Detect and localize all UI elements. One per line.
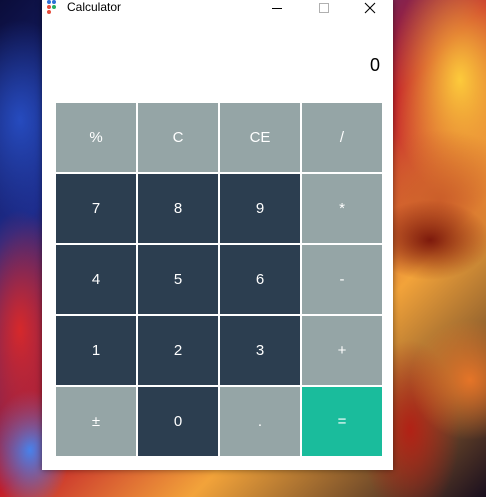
digit-8-button[interactable]: 8 [138, 174, 218, 243]
equals-button[interactable]: = [302, 387, 382, 456]
maximize-icon [319, 3, 329, 13]
calculator-window: Calculator 0 % C CE/ 7 8 9 * 4 5 6- 1 2 3 + ±0. = [42, 0, 393, 470]
percent-button[interactable]: % [56, 103, 136, 172]
digit-4-button[interactable]: 4 [56, 245, 136, 314]
subtract-button[interactable]: - [302, 245, 382, 314]
divide-button[interactable]: / [302, 103, 382, 172]
add-button[interactable]: + [302, 316, 382, 385]
close-icon [364, 2, 376, 14]
minimize-icon [272, 8, 282, 9]
desktop-wallpaper: Calculator 0 % C CE/ 7 8 9 * 4 5 6- 1 2 3 + ±0. = [0, 0, 486, 497]
digit-6-button[interactable]: 6 [220, 245, 300, 314]
calculator-dots-icon [45, 0, 61, 15]
multiply-button[interactable]: * [302, 174, 382, 243]
digit-9-button[interactable]: 9 [220, 174, 300, 243]
keypad: % C CE/ 7 8 9 * 4 5 6- 1 2 3 + ±0. = [56, 103, 382, 457]
digit-1-button[interactable]: 1 [56, 316, 136, 385]
negate-button[interactable]: ± [56, 387, 136, 456]
close-button[interactable] [350, 0, 390, 16]
digit-7-button[interactable]: 7 [56, 174, 136, 243]
clear-button[interactable]: C [138, 103, 218, 172]
digit-2-button[interactable]: 2 [138, 316, 218, 385]
decimal-button[interactable]: . [220, 387, 300, 456]
minimize-button[interactable] [257, 0, 297, 16]
clear-entry-button[interactable]: CE [220, 103, 300, 172]
digit-5-button[interactable]: 5 [138, 245, 218, 314]
maximize-button[interactable] [304, 0, 344, 16]
title-bar[interactable]: Calculator [42, 0, 393, 16]
result-display: 0 [369, 55, 380, 75]
digit-3-button[interactable]: 3 [220, 316, 300, 385]
window-title: Calculator [67, 0, 122, 14]
digit-0-button[interactable]: 0 [138, 387, 218, 456]
